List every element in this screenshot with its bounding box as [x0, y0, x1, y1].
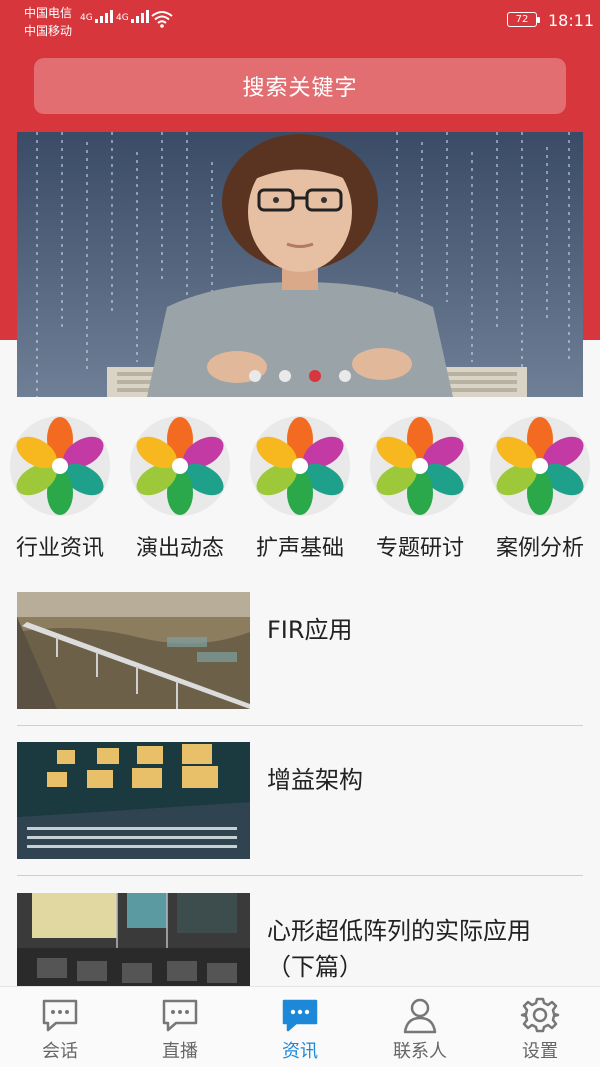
category-label: 扩声基础 — [255, 536, 344, 561]
tab-label: 设置 — [522, 1041, 558, 1062]
carousel-dot[interactable] — [339, 370, 351, 382]
category-item[interactable]: 行业资讯 — [0, 410, 120, 565]
carousel-dot-active[interactable] — [309, 370, 321, 382]
colorful-flower-icon — [250, 416, 350, 516]
divider — [17, 875, 583, 876]
category-grid: 行业资讯 演出动态 扩声基础 专题研讨 案例分析 — [0, 410, 600, 565]
banner-carousel[interactable] — [17, 132, 583, 397]
tab-settings[interactable]: 设置 — [480, 987, 600, 1067]
search-placeholder: 搜索关键字 — [242, 76, 358, 101]
network-type-2: 4G — [116, 13, 129, 23]
wifi-icon — [151, 11, 173, 28]
status-bar: 中国电信 中国移动 4G 4G 72 18:11 — [0, 0, 600, 44]
tab-contacts[interactable]: 联系人 — [360, 987, 480, 1067]
network-type-1: 4G — [80, 13, 93, 23]
chat-bubble-icon — [282, 999, 318, 1032]
tab-news[interactable]: 资讯 — [240, 987, 360, 1067]
tab-label: 会话 — [42, 1041, 78, 1062]
colorful-flower-icon — [130, 416, 230, 516]
category-label: 专题研讨 — [375, 536, 464, 561]
signal-icon: 4G — [116, 10, 149, 23]
signal-icon: 4G — [80, 10, 113, 23]
chat-bubble-icon — [162, 999, 198, 1032]
carrier-2: 中国移动 — [24, 24, 73, 38]
article-thumbnail — [17, 592, 250, 709]
tab-chat[interactable]: 会话 — [0, 987, 120, 1067]
carousel-dot[interactable] — [249, 370, 261, 382]
chat-bubble-icon — [42, 999, 78, 1032]
bottom-nav: 会话 直播 资讯 联系人 设置 — [0, 986, 600, 1067]
banner-image — [17, 132, 583, 397]
article-title: 心形超低阵列的实际应用（下篇） — [267, 917, 531, 981]
category-label: 演出动态 — [135, 536, 224, 561]
tab-live[interactable]: 直播 — [120, 987, 240, 1067]
tab-label: 联系人 — [393, 1041, 447, 1062]
article-thumbnail — [17, 742, 250, 859]
carousel-dot[interactable] — [279, 370, 291, 382]
tab-label: 直播 — [162, 1041, 198, 1062]
article-item[interactable]: FIR应用 — [17, 592, 583, 710]
search-input[interactable]: 搜索关键字 — [34, 58, 566, 114]
colorful-flower-icon — [370, 416, 470, 516]
category-label: 行业资讯 — [15, 536, 104, 561]
battery-icon: 72 — [507, 12, 540, 27]
article-title: 增益架构 — [267, 766, 363, 794]
category-label: 案例分析 — [495, 536, 584, 561]
divider — [17, 725, 583, 726]
tab-label: 资讯 — [282, 1041, 318, 1062]
person-icon — [403, 998, 437, 1034]
article-item[interactable]: 增益架构 — [17, 742, 583, 860]
carousel-indicator — [0, 370, 600, 382]
app-screen: 中国电信 中国移动 4G 4G 72 18:11 搜索关键字 行业资讯 演出动态… — [0, 0, 600, 1067]
clock: 18:11 — [548, 11, 595, 30]
carrier-1: 中国电信 — [24, 6, 73, 20]
article-title: FIR应用 — [267, 616, 353, 644]
category-item[interactable]: 案例分析 — [480, 410, 600, 565]
gear-icon — [520, 997, 560, 1033]
category-item[interactable]: 扩声基础 — [240, 410, 360, 565]
category-item[interactable]: 专题研讨 — [360, 410, 480, 565]
category-item[interactable]: 演出动态 — [120, 410, 240, 565]
colorful-flower-icon — [490, 416, 590, 516]
colorful-flower-icon — [10, 416, 110, 516]
carrier-info: 中国电信 中国移动 — [24, 4, 72, 40]
